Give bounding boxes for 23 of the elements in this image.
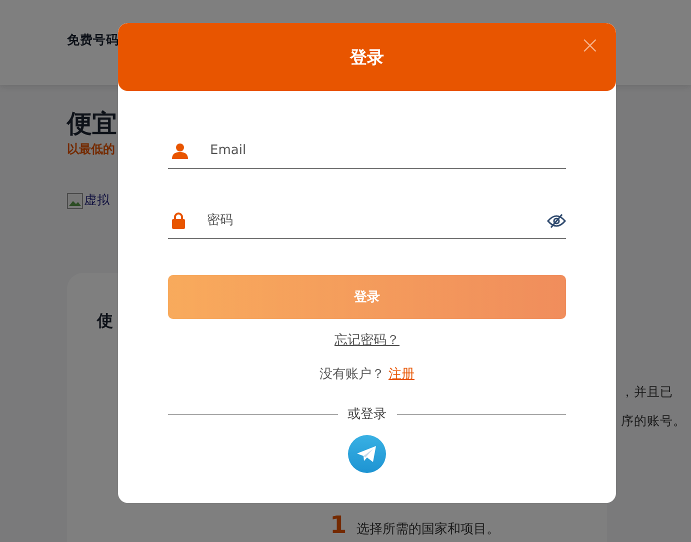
signup-link[interactable]: 注册 [388,365,414,383]
password-field[interactable]: 密码 [197,213,535,228]
email-field[interactable]: Email [200,143,566,158]
divider-text: 或登录 [348,406,386,423]
dialog-title: 登录 [350,46,384,68]
forgot-password-link[interactable]: 忘记密码？ [334,331,400,349]
image-alt-text: 虚拟 [84,192,110,209]
hero-subtitle: 以最低的 [67,141,115,158]
eye-slash-icon[interactable] [547,214,566,228]
close-button[interactable]: × [576,31,604,59]
login-button[interactable]: 登录 [168,275,566,319]
step-text: 选择所需的国家和项目。 [356,521,500,539]
lock-icon [172,212,185,229]
card-title: 使 [97,311,113,330]
nav-link[interactable]: 免费号码 [67,32,119,49]
paragraph-text: ，并且已 [621,384,674,401]
user-icon [172,142,188,158]
broken-image-icon [67,192,83,208]
step-number: 1 [330,510,347,540]
hero-title: 便宜 [67,108,117,140]
paragraph-text: 序的账号。 [621,413,686,430]
signup-prompt: 没有账户？ [320,366,384,383]
telegram-icon[interactable] [348,435,386,473]
